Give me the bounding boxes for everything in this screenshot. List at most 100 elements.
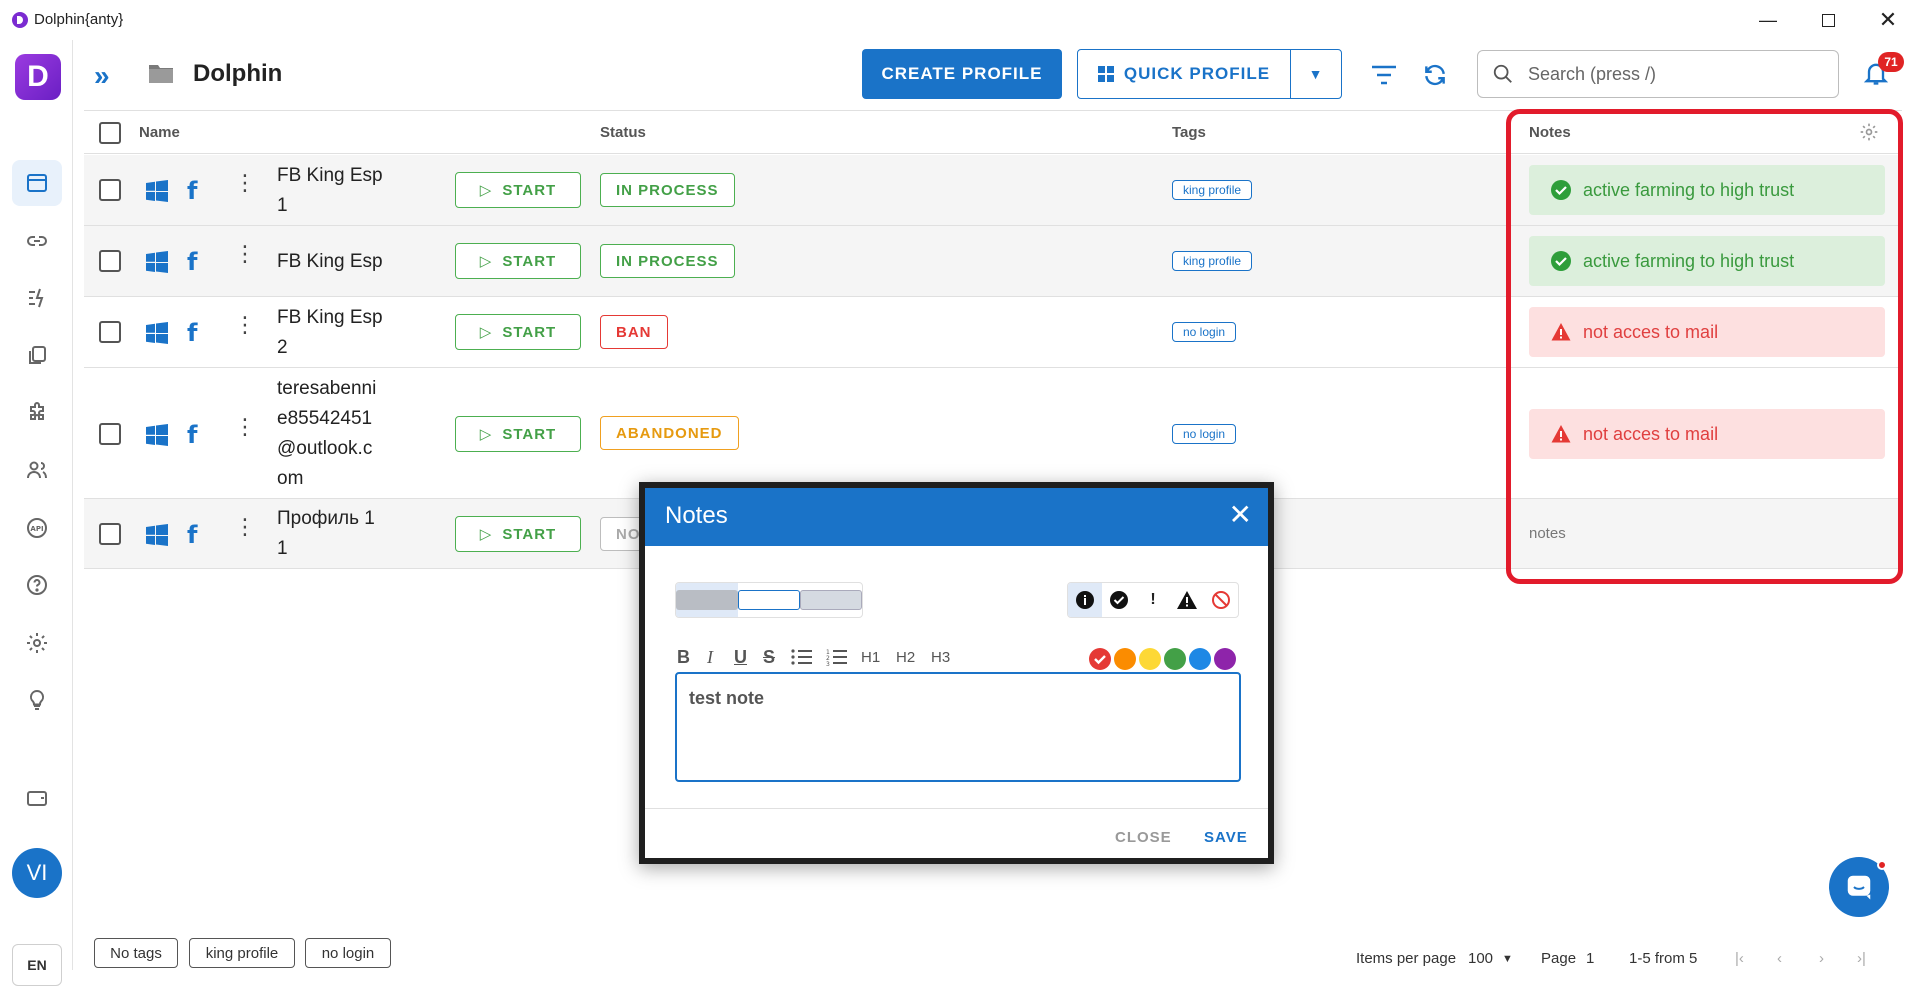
- info-icon[interactable]: [1068, 583, 1102, 617]
- column-name[interactable]: Name: [139, 124, 180, 141]
- color-purple-swatch[interactable]: [1214, 648, 1236, 670]
- items-per-page-select[interactable]: 100: [1468, 950, 1493, 967]
- row-checkbox[interactable]: [99, 179, 121, 201]
- profile-name[interactable]: FB King Esp 1: [277, 161, 383, 221]
- footer-tag-king-profile[interactable]: king profile: [189, 938, 295, 968]
- save-button[interactable]: SAVE: [1204, 829, 1248, 846]
- strikethrough-icon[interactable]: S: [763, 644, 775, 670]
- wallet-icon[interactable]: [12, 775, 62, 821]
- color-green-swatch[interactable]: [1164, 648, 1186, 670]
- more-options-icon[interactable]: ⋮: [234, 243, 256, 265]
- tag-chip[interactable]: no login: [1172, 322, 1237, 342]
- row-checkbox[interactable]: [99, 321, 121, 343]
- users-icon[interactable]: [12, 447, 62, 493]
- last-page-icon[interactable]: ›|: [1857, 950, 1866, 967]
- profile-name[interactable]: FB King Esp 2: [277, 303, 383, 363]
- more-options-icon[interactable]: ⋮: [234, 416, 256, 438]
- table-row[interactable]: f ⋮ FB King Esp ▷ START IN PROCESS king p…: [84, 226, 1902, 297]
- page-number[interactable]: 1: [1586, 950, 1594, 967]
- start-button[interactable]: ▷ START: [455, 314, 581, 350]
- numbered-list-icon[interactable]: 123: [826, 644, 848, 670]
- select-all-checkbox[interactable]: [99, 122, 121, 144]
- style-filled-option[interactable]: [676, 583, 738, 617]
- close-button[interactable]: CLOSE: [1115, 829, 1172, 846]
- dolphin-logo[interactable]: D: [15, 54, 61, 100]
- bullet-list-icon[interactable]: [791, 644, 813, 670]
- settings-icon[interactable]: [12, 620, 62, 666]
- close-icon[interactable]: ✕: [1229, 500, 1252, 530]
- color-blue-swatch[interactable]: [1189, 648, 1211, 670]
- note-cell[interactable]: active farming to high trust: [1529, 236, 1885, 286]
- profile-name[interactable]: FB King Esp: [277, 247, 383, 277]
- profile-name[interactable]: teresabenni e85542451 @outlook.c om: [277, 374, 376, 494]
- style-outlined-option[interactable]: [738, 583, 800, 617]
- start-button[interactable]: ▷ START: [455, 416, 581, 452]
- lightbulb-icon[interactable]: [12, 677, 62, 723]
- more-options-icon[interactable]: ⋮: [234, 516, 256, 538]
- copy-icon[interactable]: [12, 332, 62, 378]
- create-profile-button[interactable]: CREATE PROFILE: [862, 49, 1062, 99]
- more-options-icon[interactable]: ⋮: [234, 172, 256, 194]
- tag-chip[interactable]: king profile: [1172, 251, 1253, 271]
- color-yellow-swatch[interactable]: [1139, 648, 1161, 670]
- chevron-down-icon[interactable]: ▼: [1502, 953, 1513, 965]
- maximize-icon[interactable]: [1805, 6, 1851, 34]
- quick-profile-main[interactable]: QUICK PROFILE: [1078, 50, 1291, 98]
- quick-profile-button[interactable]: QUICK PROFILE ▼: [1077, 49, 1342, 99]
- italic-icon[interactable]: I: [707, 644, 713, 670]
- profile-name[interactable]: Профиль 11: [277, 504, 375, 564]
- heading1-button[interactable]: H1: [861, 644, 880, 670]
- color-orange-swatch[interactable]: [1114, 648, 1136, 670]
- note-cell[interactable]: notes: [1529, 525, 1566, 542]
- note-type-selector[interactable]: !: [1067, 582, 1239, 618]
- table-row[interactable]: f ⋮ FB King Esp 1 ▷ START IN PROCESS king …: [84, 155, 1902, 226]
- heading3-button[interactable]: H3: [931, 644, 950, 670]
- start-button[interactable]: ▷ START: [455, 516, 581, 552]
- status-badge[interactable]: IN PROCESS: [600, 173, 735, 207]
- note-style-selector[interactable]: [675, 582, 863, 618]
- help-icon[interactable]: [12, 562, 62, 608]
- user-avatar[interactable]: VI: [12, 848, 62, 898]
- column-notes[interactable]: Notes: [1529, 124, 1571, 141]
- status-badge[interactable]: ABANDONED: [600, 416, 739, 450]
- row-checkbox[interactable]: [99, 523, 121, 545]
- more-options-icon[interactable]: ⋮: [234, 314, 256, 336]
- extensions-icon[interactable]: [12, 390, 62, 436]
- chevron-down-icon[interactable]: ▼: [1291, 50, 1341, 98]
- row-checkbox[interactable]: [99, 250, 121, 272]
- next-page-icon[interactable]: ›: [1819, 950, 1824, 967]
- note-cell[interactable]: not acces to mail: [1529, 409, 1885, 459]
- exclamation-icon[interactable]: !: [1136, 583, 1170, 617]
- refresh-icon[interactable]: [1420, 60, 1450, 90]
- column-status[interactable]: Status: [600, 124, 646, 141]
- column-settings-icon[interactable]: [1859, 122, 1879, 142]
- note-editor[interactable]: test note: [675, 672, 1241, 782]
- bold-icon[interactable]: B: [677, 644, 690, 670]
- footer-tag-no-tags[interactable]: No tags: [94, 938, 178, 968]
- note-cell[interactable]: active farming to high trust: [1529, 165, 1885, 215]
- start-button[interactable]: ▷ START: [455, 243, 581, 279]
- table-row[interactable]: f ⋮ FB King Esp 2 ▷ START BAN no login not…: [84, 297, 1902, 368]
- minimize-icon[interactable]: —: [1745, 6, 1791, 34]
- start-button[interactable]: ▷ START: [455, 172, 581, 208]
- tag-chip[interactable]: king profile: [1172, 180, 1253, 200]
- link-icon[interactable]: [12, 218, 62, 264]
- footer-tag-no-login[interactable]: no login: [305, 938, 391, 968]
- language-button[interactable]: EN: [12, 944, 62, 986]
- check-circle-icon[interactable]: [1102, 583, 1136, 617]
- block-icon[interactable]: [1204, 583, 1238, 617]
- color-red-swatch[interactable]: [1089, 648, 1111, 670]
- filter-icon[interactable]: [1369, 60, 1399, 90]
- prev-page-icon[interactable]: ‹: [1777, 950, 1782, 967]
- column-tags[interactable]: Tags: [1172, 124, 1206, 141]
- close-window-icon[interactable]: ✕: [1865, 6, 1911, 34]
- row-checkbox[interactable]: [99, 423, 121, 445]
- api-icon[interactable]: API: [12, 505, 62, 551]
- note-cell[interactable]: not acces to mail: [1529, 307, 1885, 357]
- table-row[interactable]: f ⋮ teresabenni e85542451 @outlook.c om ▷ ST…: [84, 368, 1902, 499]
- style-light-option[interactable]: [800, 583, 862, 617]
- status-badge[interactable]: BAN: [600, 315, 668, 349]
- status-badge[interactable]: IN PROCESS: [600, 244, 735, 278]
- underline-icon[interactable]: U: [734, 644, 747, 670]
- browser-profiles-icon[interactable]: [12, 160, 62, 206]
